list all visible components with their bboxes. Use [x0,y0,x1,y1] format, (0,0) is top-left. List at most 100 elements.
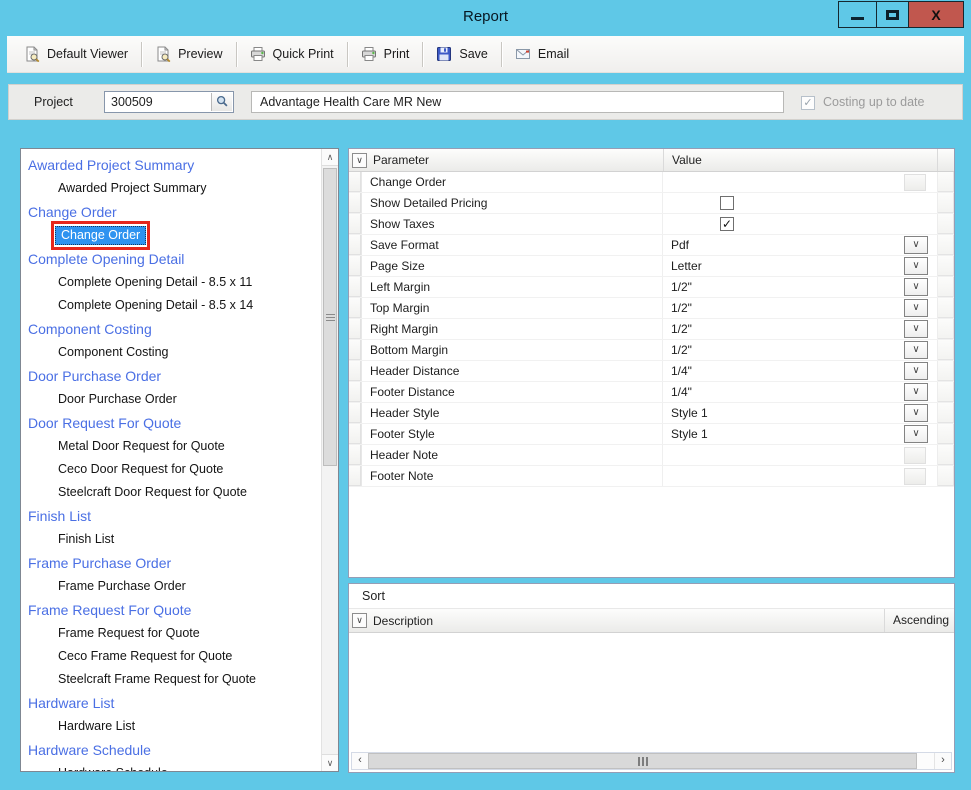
tree-report-item[interactable]: Metal Door Request for Quote [28,435,321,458]
parameter-name-cell[interactable]: Header Note [362,445,663,465]
tree-group-header[interactable]: Door Request For Quote [28,411,321,435]
value-edit-button[interactable] [904,468,926,485]
parameter-value-cell[interactable]: Style 1 [663,403,902,423]
dropdown-button[interactable]: ∨ [904,257,928,275]
value-edit-button[interactable] [904,447,926,464]
parameter-value-cell[interactable]: ✓ [663,214,902,234]
tree-group-header[interactable]: Hardware List [28,691,321,715]
project-number-input[interactable]: 300509 [104,91,234,113]
row-header-cell[interactable] [349,382,362,402]
dropdown-button[interactable]: ∨ [904,425,928,443]
project-description-field[interactable]: Advantage Health Care MR New [251,91,784,113]
parameter-value-cell[interactable]: 1/2" [663,298,902,318]
quick-print-button[interactable]: Quick Print [238,40,346,68]
tree-report-item[interactable]: Hardware List [28,715,321,738]
row-header-cell[interactable] [349,193,362,213]
parameter-value-cell[interactable]: 1/4" [663,382,902,402]
parameter-value-cell[interactable]: Pdf [663,235,902,255]
parameter-value-cell[interactable]: 1/2" [663,277,902,297]
tree-group-header[interactable]: Door Purchase Order [28,364,321,388]
value-edit-button[interactable] [904,174,926,191]
row-header-cell[interactable] [349,319,362,339]
parameter-name-cell[interactable]: Footer Note [362,466,663,486]
tree-report-item[interactable]: Finish List [28,528,321,551]
print-button[interactable]: Print [349,40,422,68]
tree-group-header[interactable]: Finish List [28,504,321,528]
parameter-value-cell[interactable] [663,445,902,465]
tree-report-item[interactable]: Change Order [28,224,321,247]
row-header-cell[interactable] [349,403,362,423]
tree-report-item[interactable]: Steelcraft Frame Request for Quote [28,668,321,691]
row-header-cell[interactable] [349,235,362,255]
parameter-name-cell[interactable]: Show Detailed Pricing [362,193,663,213]
parameter-name-cell[interactable]: Change Order [362,172,663,192]
scroll-left-arrow-icon[interactable]: ‹ [352,753,369,769]
tree-report-item[interactable]: Door Purchase Order [28,388,321,411]
sort-filter-button[interactable]: ∨ [352,613,367,628]
checkbox-unchecked[interactable] [720,196,734,210]
tree-report-item[interactable]: Frame Purchase Order [28,575,321,598]
selected-tree-item[interactable]: Change Order [55,226,146,245]
tree-report-item[interactable]: Complete Opening Detail - 8.5 x 11 [28,271,321,294]
row-header-cell[interactable] [349,361,362,381]
parameter-filter-button[interactable]: ∨ [352,153,367,168]
row-header-cell[interactable] [349,256,362,276]
dropdown-button[interactable]: ∨ [904,341,928,359]
parameter-name-cell[interactable]: Left Margin [362,277,663,297]
parameter-name-cell[interactable]: Footer Distance [362,382,663,402]
row-header-cell[interactable] [349,277,362,297]
row-header-cell[interactable] [349,214,362,234]
close-button[interactable]: X [909,2,963,27]
parameter-value-cell[interactable]: Letter [663,256,902,276]
row-header-cell[interactable] [349,298,362,318]
tree-group-header[interactable]: Complete Opening Detail [28,247,321,271]
tree-group-header[interactable]: Awarded Project Summary [28,153,321,177]
sort-scrollbar-thumb[interactable] [368,753,917,769]
dropdown-button[interactable]: ∨ [904,236,928,254]
parameter-value-cell[interactable] [663,466,902,486]
parameter-name-cell[interactable]: Top Margin [362,298,663,318]
dropdown-button[interactable]: ∨ [904,362,928,380]
row-header-cell[interactable] [349,466,362,486]
tree-report-item[interactable]: Complete Opening Detail - 8.5 x 14 [28,294,321,317]
dropdown-button[interactable]: ∨ [904,299,928,317]
preview-button[interactable]: Preview [143,40,234,68]
checkbox-checked[interactable]: ✓ [720,217,734,231]
tree-report-item[interactable]: Ceco Door Request for Quote [28,458,321,481]
tree-report-item[interactable]: Hardware Schedule [28,762,321,771]
parameter-name-cell[interactable]: Page Size [362,256,663,276]
costing-up-to-date-checkbox[interactable]: ✓ [801,96,815,110]
dropdown-button[interactable]: ∨ [904,383,928,401]
default-viewer-button[interactable]: Default Viewer [12,40,140,68]
scroll-down-arrow-icon[interactable]: ∨ [322,754,338,771]
tree-group-header[interactable]: Hardware Schedule [28,738,321,762]
email-button[interactable]: Email [503,40,581,68]
sort-horizontal-scrollbar[interactable]: ‹ › [351,752,952,770]
row-header-cell[interactable] [349,424,362,444]
parameter-value-cell[interactable]: 1/4" [663,361,902,381]
project-lookup-button[interactable] [211,93,232,111]
scroll-right-arrow-icon[interactable]: › [934,753,951,769]
maximize-button[interactable] [877,2,909,27]
dropdown-button[interactable]: ∨ [904,278,928,296]
scroll-up-arrow-icon[interactable]: ∧ [322,149,338,166]
tree-scrollbar-thumb[interactable] [323,168,337,466]
parameter-name-cell[interactable]: Show Taxes [362,214,663,234]
parameter-name-cell[interactable]: Footer Style [362,424,663,444]
parameter-name-cell[interactable]: Header Style [362,403,663,423]
parameter-value-cell[interactable] [663,193,902,213]
dropdown-button[interactable]: ∨ [904,320,928,338]
parameter-name-cell[interactable]: Save Format [362,235,663,255]
parameter-name-cell[interactable]: Right Margin [362,319,663,339]
parameter-value-cell[interactable]: Style 1 [663,424,902,444]
tree-group-header[interactable]: Frame Request For Quote [28,598,321,622]
dropdown-button[interactable]: ∨ [904,404,928,422]
parameter-name-cell[interactable]: Header Distance [362,361,663,381]
row-header-cell[interactable] [349,340,362,360]
tree-report-item[interactable]: Component Costing [28,341,321,364]
tree-group-header[interactable]: Component Costing [28,317,321,341]
parameter-value-cell[interactable] [663,172,902,192]
parameter-value-cell[interactable]: 1/2" [663,319,902,339]
tree-report-item[interactable]: Ceco Frame Request for Quote [28,645,321,668]
tree-report-item[interactable]: Awarded Project Summary [28,177,321,200]
